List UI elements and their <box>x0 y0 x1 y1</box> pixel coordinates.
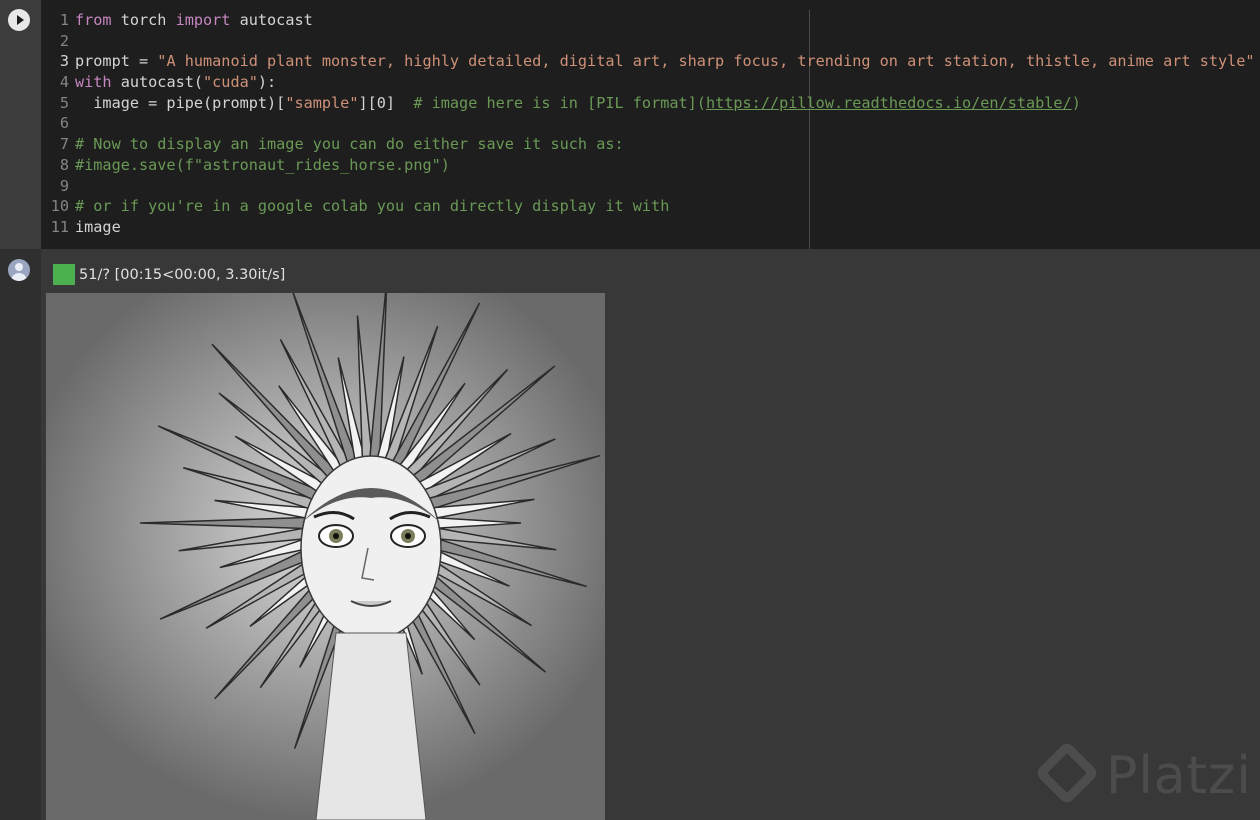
code-line[interactable]: 9 <box>41 176 1260 197</box>
line-number: 6 <box>59 114 69 133</box>
code-token: image = pipe(prompt)[ <box>75 93 286 112</box>
watermark-text: Platzi <box>1106 746 1252 806</box>
code-token: torch <box>111 11 176 29</box>
code-line[interactable]: 6 <box>41 113 1260 134</box>
line-number: 5 <box>59 93 69 112</box>
line-number: 1 <box>59 11 69 29</box>
code-token: autocast <box>230 11 313 29</box>
line-text: from torch import autocast <box>69 10 313 31</box>
line-number: 2 <box>59 31 69 50</box>
avatar-head <box>15 263 23 271</box>
line-number: 7 <box>59 135 69 154</box>
code-token: #image.save(f"astronaut_rides_horse.png"… <box>75 155 450 174</box>
humanoid-plant-monster-image <box>46 293 605 820</box>
code-token: with <box>75 73 112 92</box>
line-number: 8 <box>59 155 69 174</box>
platzi-watermark: Platzi <box>1034 740 1260 815</box>
code-token: "sample" <box>285 93 359 112</box>
progress-track <box>53 264 75 285</box>
line-text: image <box>69 217 121 238</box>
line-text: prompt = "A humanoid plant monster, high… <box>69 51 1255 72</box>
line-text <box>69 176 75 197</box>
code-line[interactable]: 7 # Now to display an image you can do ei… <box>41 134 1260 155</box>
line-text: image = pipe(prompt)["sample"][0] # imag… <box>69 93 1081 114</box>
line-number: 9 <box>59 176 69 195</box>
code-line[interactable]: 10 # or if you're in a google colab you c… <box>41 196 1260 217</box>
code-link[interactable]: https://pillow.readthedocs.io/en/stable/ <box>706 94 1072 112</box>
code-line[interactable]: 4 with autocast("cuda"): <box>41 72 1260 93</box>
code-token: # or if you're in a google colab you can… <box>75 197 670 216</box>
line-text <box>69 31 75 52</box>
user-avatar-icon <box>8 259 30 281</box>
code-token: # image here is in [PIL format]( <box>413 93 706 112</box>
output-gutter <box>0 249 41 820</box>
progress-text: 51/? [00:15<00:00, 3.30it/s] <box>79 266 286 283</box>
code-token: "A humanoid plant monster, highly detail… <box>157 52 1255 71</box>
code-token: # Now to display an image you can do eit… <box>75 135 624 154</box>
line-text <box>69 113 75 134</box>
avatar-body <box>11 273 27 281</box>
code-token: ) <box>1071 93 1081 112</box>
code-line[interactable]: 3 prompt = "A humanoid plant monster, hig… <box>41 51 1260 72</box>
line-number: 4 <box>59 73 69 92</box>
line-number: 3 <box>59 52 69 71</box>
code-line[interactable]: 11 image <box>41 217 1260 238</box>
code-token: import <box>175 11 231 29</box>
code-token: from <box>75 11 112 29</box>
cell-gutter <box>0 0 41 249</box>
line-number: 10 <box>50 197 69 216</box>
platzi-logo-icon <box>1034 740 1100 806</box>
line-text: with autocast("cuda"): <box>69 72 276 93</box>
code-cell[interactable]: 1 from torch import autocast 2 3 prompt = "A… <box>0 0 1260 249</box>
code-line[interactable]: 5 image = pipe(prompt)["sample"][0] # im… <box>41 93 1260 114</box>
line-text: #image.save(f"astronaut_rides_horse.png"… <box>69 155 450 176</box>
code-line[interactable]: 1 from torch import autocast <box>41 10 1260 31</box>
progress-fill <box>53 264 75 285</box>
line-text: # or if you're in a google colab you can… <box>69 196 669 217</box>
generated-image-drawing <box>46 293 605 820</box>
code-token: autocast( <box>111 73 204 92</box>
code-line[interactable]: 8 #image.save(f"astronaut_rides_horse.png… <box>41 155 1260 176</box>
line-number: 11 <box>50 217 69 236</box>
code-token: image <box>75 217 121 236</box>
code-editor[interactable]: 1 from torch import autocast 2 3 prompt = "A… <box>41 10 1260 238</box>
code-token: ): <box>257 73 277 92</box>
progress-bar: 51/? [00:15<00:00, 3.30it/s] <box>53 264 285 285</box>
code-token: ][0] <box>358 93 414 112</box>
play-icon[interactable] <box>8 9 30 31</box>
line-text: # Now to display an image you can do eit… <box>69 134 624 155</box>
code-line[interactable]: 2 <box>41 31 1260 52</box>
code-token: "cuda" <box>203 73 258 92</box>
code-token: prompt = <box>75 52 158 71</box>
